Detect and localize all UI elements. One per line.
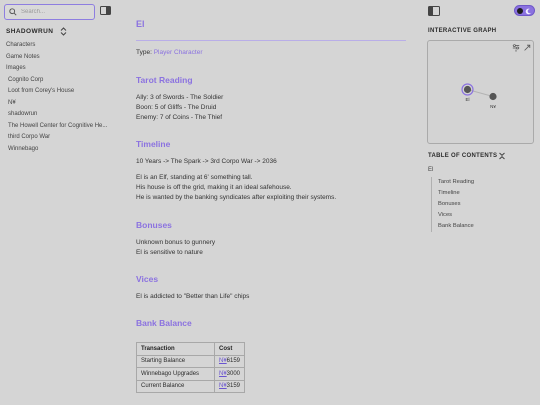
sidebar-toggle-icon[interactable] xyxy=(100,6,111,15)
currency-link[interactable]: N¥ xyxy=(219,358,227,364)
tarot-ally: Ally: 3 of Swords - The Soldier xyxy=(136,94,224,101)
collapse-icon[interactable] xyxy=(498,152,506,160)
heading-bonuses[interactable]: Bonuses xyxy=(136,220,172,230)
toc-list: Tarot Reading Timeline Bonuses Vices Ban… xyxy=(431,177,474,232)
bonus-line-2: El is sensitive to nature xyxy=(136,249,203,256)
column-header-transaction: Transaction xyxy=(136,342,215,356)
title-divider xyxy=(136,40,406,41)
timeline-line-1: El is an Elf, standing at 6' something t… xyxy=(136,174,253,181)
graph-node-nuyen[interactable] xyxy=(489,92,497,101)
table-of-contents: El Tarot Reading Timeline Bonuses Vices … xyxy=(428,166,474,232)
toc-heading[interactable]: TABLE OF CONTENTS xyxy=(428,153,497,159)
heading-vices[interactable]: Vices xyxy=(136,274,158,284)
currency-link[interactable]: N¥ xyxy=(219,383,227,389)
sidebar-item-cognito-corp[interactable]: Cognito Corp xyxy=(6,75,107,87)
bonus-line-1: Unknown bonus to gunnery xyxy=(136,239,216,246)
sidebar-item-third-corpo-war[interactable]: third Corpo War xyxy=(6,132,107,144)
toc-item-el[interactable]: El xyxy=(428,166,474,177)
graph-node-label: N¥ xyxy=(490,104,496,109)
site-selector[interactable]: SHADOWRUN xyxy=(6,27,67,36)
site-title: SHADOWRUN xyxy=(6,28,54,35)
timeline-line-3: He is wanted by the banking syndicates a… xyxy=(136,194,337,201)
heading-timeline[interactable]: Timeline xyxy=(136,139,170,149)
toc-item-bank-balance[interactable]: Bank Balance xyxy=(438,221,474,232)
transaction-cell: Winnebago Upgrades xyxy=(136,367,215,381)
type-label: Type: xyxy=(136,49,152,56)
timeline-sequence: 10 Years -> The Spark -> 3rd Corpo War -… xyxy=(136,158,277,165)
search-input[interactable] xyxy=(21,9,91,15)
toc-item-vices[interactable]: Vices xyxy=(438,210,474,221)
left-sidebar: SHADOWRUN Characters Game Notes Images C… xyxy=(0,0,118,405)
search-icon xyxy=(9,8,17,16)
cost-cell: N¥3159 xyxy=(213,379,246,393)
cost-amount: 3159 xyxy=(226,383,241,390)
sidebar-item-game-notes[interactable]: Game Notes xyxy=(6,52,107,64)
graph-node-el[interactable] xyxy=(463,85,472,94)
currency-link[interactable]: N¥ xyxy=(219,371,227,377)
vices-line: El is addicted to "Better than Life" chi… xyxy=(136,293,250,300)
cost-amount: 6159 xyxy=(226,358,241,365)
type-property: Type: Player Character xyxy=(136,49,203,56)
table-header-row: Transaction Cost xyxy=(136,342,246,356)
graph-heading: INTERACTIVE GRAPH xyxy=(428,28,497,34)
tarot-boon: Boon: 5 of Gliffs - The Druid xyxy=(136,104,217,111)
sidebar-item-loot[interactable]: Loot from Corey's House xyxy=(6,86,107,98)
table-row: Starting Balance N¥6159 xyxy=(136,354,246,368)
graph-canvas[interactable]: El N¥ xyxy=(428,41,533,143)
sidebar-nav: Characters Game Notes Images Cognito Cor… xyxy=(6,40,107,155)
table-row: Current Balance N¥3159 xyxy=(136,379,246,393)
heading-tarot-reading[interactable]: Tarot Reading xyxy=(136,75,193,85)
sidebar-item-howell-center[interactable]: The Howell Center for Cognitive He... xyxy=(6,121,107,133)
sidebar-item-characters[interactable]: Characters xyxy=(6,40,107,52)
type-value-link[interactable]: Player Character xyxy=(154,49,203,56)
toc-item-bonuses[interactable]: Bonuses xyxy=(438,199,474,210)
sidebar-item-images[interactable]: Images xyxy=(6,63,107,75)
toggle-knob xyxy=(517,8,523,14)
cost-amount: 3000 xyxy=(226,370,241,377)
sidebar-item-nuyen[interactable]: N¥ xyxy=(6,98,107,110)
transaction-cell: Current Balance xyxy=(136,379,215,393)
heading-bank-balance[interactable]: Bank Balance xyxy=(136,318,192,328)
bank-balance-table: Transaction Cost Starting Balance N¥6159… xyxy=(136,342,246,393)
column-header-cost: Cost xyxy=(213,342,246,356)
theme-toggle-moon-icon xyxy=(525,8,531,14)
sidebar-toggle-icon[interactable] xyxy=(428,6,440,16)
right-sidebar: INTERACTIVE GRAPH El N¥ TABLE OF CONTENT… xyxy=(422,0,540,405)
toc-item-timeline[interactable]: Timeline xyxy=(438,188,474,199)
graph-node-label: El xyxy=(465,97,469,102)
sidebar-item-shadowrun[interactable]: shadowrun xyxy=(6,109,107,121)
interactive-graph[interactable]: El N¥ xyxy=(427,40,534,144)
toc-item-tarot-reading[interactable]: Tarot Reading xyxy=(438,177,474,188)
cost-cell: N¥3000 xyxy=(213,367,246,381)
table-row: Winnebago Upgrades N¥3000 xyxy=(136,367,246,381)
page-title: El xyxy=(136,19,145,29)
timeline-line-2: His house is off the grid, making it an … xyxy=(136,184,292,191)
cost-cell: N¥6159 xyxy=(213,354,246,368)
theme-toggle[interactable] xyxy=(514,5,535,16)
transaction-cell: Starting Balance xyxy=(136,354,215,368)
chevron-updown-icon[interactable] xyxy=(60,27,67,36)
tarot-enemy: Enemy: 7 of Coins - The Thief xyxy=(136,114,223,121)
search-box[interactable] xyxy=(4,4,95,20)
sidebar-item-winnebago[interactable]: Winnebago xyxy=(6,144,107,156)
